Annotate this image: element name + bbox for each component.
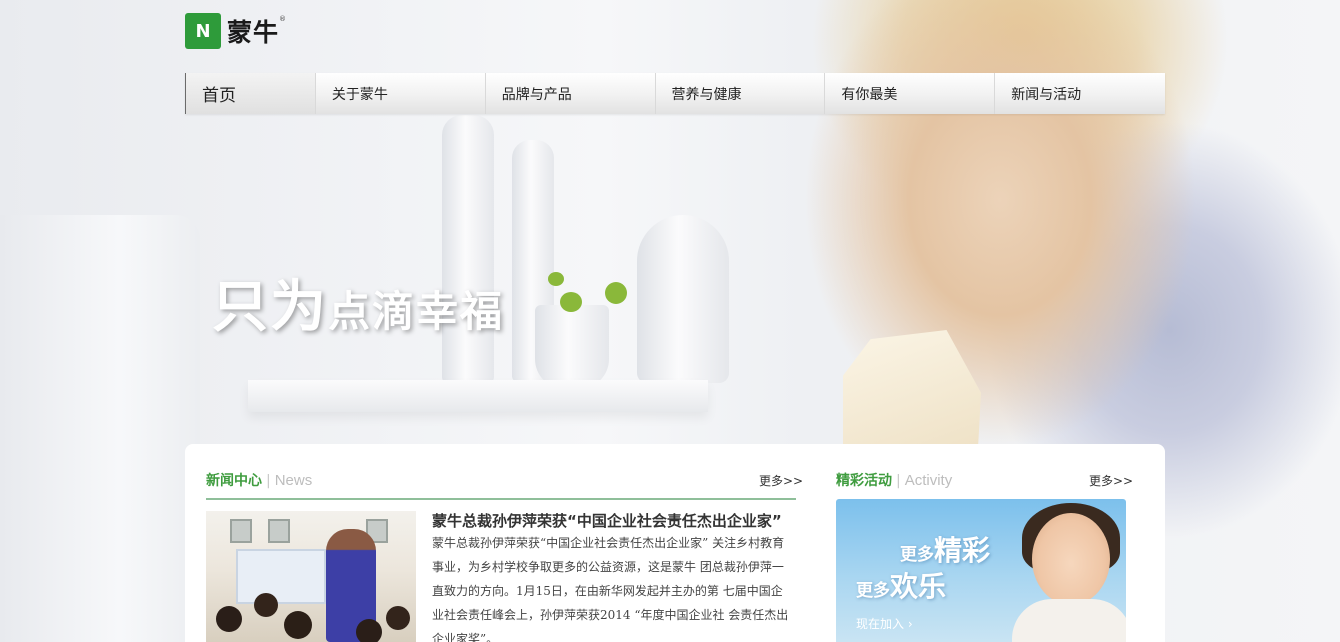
photo-kid-decor: [356, 619, 382, 642]
banner-text-small: 更多: [900, 545, 934, 565]
activity-section-header: 精彩活动 | Activity: [836, 470, 952, 490]
news-title-en: News: [274, 472, 313, 489]
vase-decor: [637, 215, 729, 383]
banner-line-2: 更多欢乐: [856, 565, 946, 605]
flower-decor: [605, 282, 627, 304]
nav-item-news[interactable]: 新闻与活动: [995, 73, 1165, 114]
flower-decor: [560, 292, 582, 312]
banner-text-small: 更多: [856, 581, 890, 601]
activity-banner[interactable]: 更多精彩 更多欢乐 现在加入 ›: [836, 499, 1126, 642]
join-now-link[interactable]: 现在加入 ›: [856, 615, 913, 632]
nav-item-brands[interactable]: 品牌与产品: [486, 73, 656, 114]
hero-slogan: 只为点滴幸福: [212, 262, 504, 343]
news-more-link[interactable]: 更多>>: [759, 472, 803, 489]
photo-kid-decor: [284, 611, 312, 639]
slogan-small: 点滴幸福: [328, 287, 505, 336]
photo-kid-decor: [386, 606, 410, 630]
hero-chair-decor: [0, 215, 200, 642]
photo-kid-decor: [254, 593, 278, 617]
photo-kid-decor: [216, 606, 242, 632]
activity-title-en: Activity: [904, 472, 953, 489]
header-divider: |: [266, 473, 271, 489]
content-panel: 新闻中心 | News 更多>> 蒙牛总裁孙伊萍荣获“中国企业社会责任杰出企业家…: [185, 444, 1165, 642]
vase-decor: [535, 305, 609, 389]
banner-text-large: 欢乐: [890, 570, 947, 603]
logo-mark-icon: N: [185, 13, 221, 49]
banner-text-large: 精彩: [934, 534, 991, 567]
hero-shelf-decor: [248, 380, 708, 412]
news-summary: 蒙牛总裁孙伊萍荣获“中国企业社会责任杰出企业家” 关注乡村教育事业，为乡村学校争…: [432, 536, 789, 642]
news-divider: [206, 498, 796, 500]
photo-window-decor: [268, 519, 290, 543]
nav-item-beauty[interactable]: 有你最美: [825, 73, 996, 114]
photo-board-decor: [236, 549, 326, 604]
banner-line-1: 更多精彩: [900, 529, 990, 569]
banner-child-decor: [1012, 599, 1126, 642]
activity-title-cn[interactable]: 精彩活动: [836, 470, 892, 490]
photo-window-decor: [230, 519, 252, 543]
nav-item-home[interactable]: 首页: [186, 73, 316, 114]
flower-decor: [548, 272, 564, 286]
news-headline-link[interactable]: 蒙牛总裁孙伊萍荣获“中国企业社会责任杰出企业家”: [432, 510, 782, 531]
header-divider: |: [896, 473, 901, 489]
nav-item-about[interactable]: 关于蒙牛: [316, 73, 486, 114]
logo-text: 蒙牛: [227, 18, 280, 47]
news-title-cn[interactable]: 新闻中心: [206, 470, 262, 490]
main-nav: 首页 关于蒙牛 品牌与产品 营养与健康 有你最美 新闻与活动: [185, 73, 1165, 114]
registered-mark: ®: [279, 15, 287, 23]
brand-logo[interactable]: N 蒙牛 ®: [185, 13, 286, 49]
banner-child-decor: [1032, 513, 1110, 605]
nav-item-nutrition[interactable]: 营养与健康: [656, 73, 826, 114]
milk-carton-decor: [843, 330, 981, 444]
news-section-header: 新闻中心 | News: [206, 470, 312, 490]
activity-more-link[interactable]: 更多>>: [1089, 472, 1133, 489]
news-thumbnail-image[interactable]: [206, 511, 416, 642]
slogan-big: 只为: [212, 275, 328, 340]
